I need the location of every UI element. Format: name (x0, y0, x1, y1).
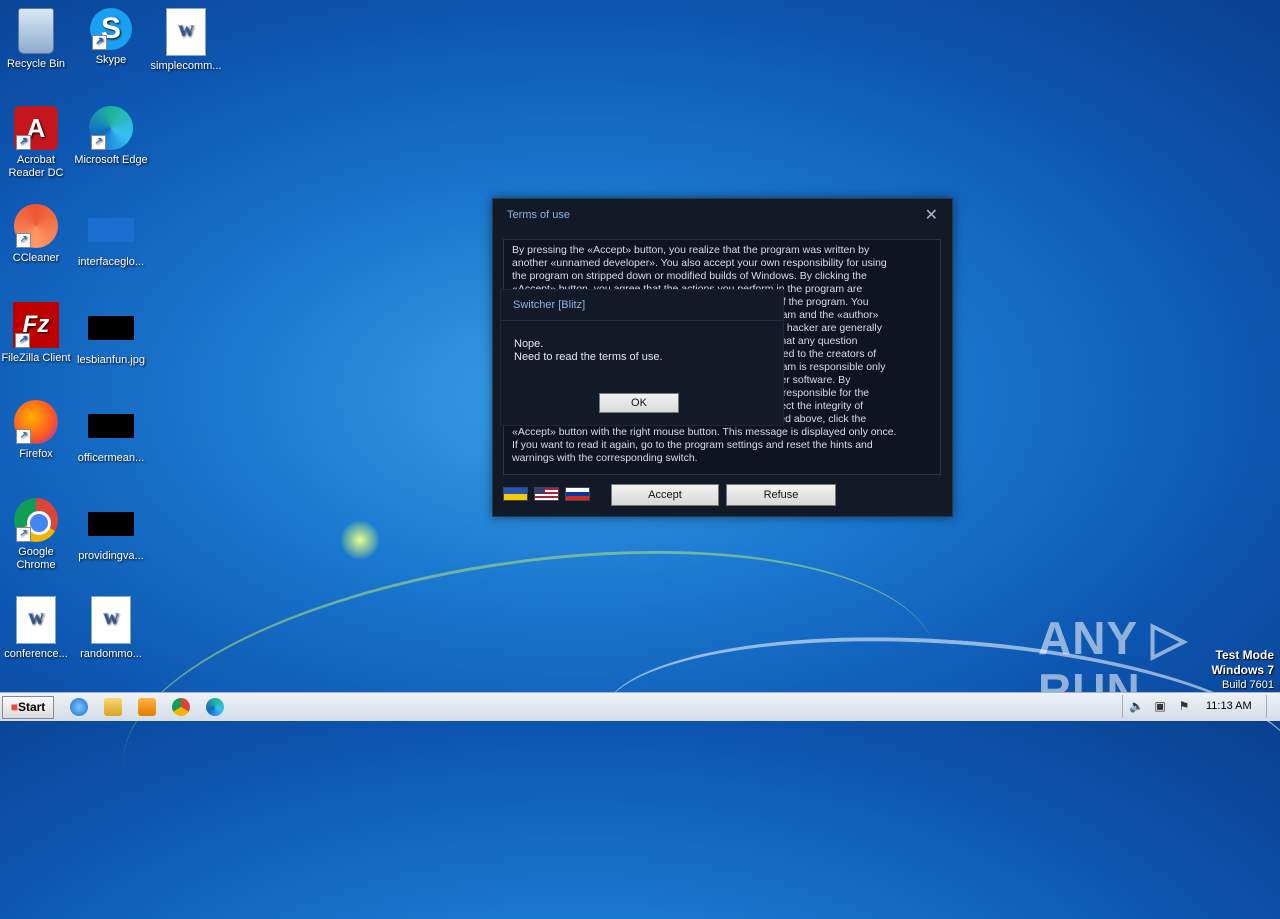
word-document-icon: W (16, 596, 56, 644)
desktop-icon-providingva[interactable]: providingva... (73, 498, 149, 563)
os-label: Windows 7 (1211, 663, 1274, 677)
desktop-icon-label: Firefox (19, 448, 53, 460)
shortcut-arrow-icon: ↗ (16, 429, 31, 444)
desktop-icon-label: officermean... (77, 452, 145, 464)
desktop-icon-label: randommo... (80, 648, 142, 660)
start-button[interactable]: ■Start (2, 696, 54, 719)
edge-icon: ↗ (89, 106, 133, 150)
desktop-icon-conference[interactable]: W conference... (0, 596, 74, 661)
internet-explorer-icon[interactable] (70, 698, 88, 716)
russia-flag-icon[interactable] (565, 487, 590, 501)
clock[interactable]: 11:13 AM (1206, 700, 1252, 712)
system-tray: 🔈 ▣ ⚑ 11:13 AM (1122, 695, 1279, 718)
desktop-icon-firefox[interactable]: ↗ Firefox (0, 400, 74, 461)
file-thumbnail-icon (88, 414, 134, 438)
message-line: Nope. (514, 338, 544, 350)
speaker-icon[interactable]: 🔈 (1129, 699, 1144, 713)
desktop-icon-edge[interactable]: ↗ Microsoft Edge (73, 106, 149, 167)
desktop-icon-recycle-bin[interactable]: Recycle Bin (0, 8, 74, 71)
desktop-icon-label: interfaceglo... (77, 256, 145, 268)
desktop-icon-chrome[interactable]: ↗ Google Chrome (0, 498, 74, 572)
skype-icon: S ↗ (90, 8, 132, 50)
desktop-icon-filezilla[interactable]: Fz ↗ FileZilla Client (0, 302, 74, 365)
media-player-icon[interactable] (138, 698, 156, 716)
desktop-icon-label: simplecomm... (150, 60, 222, 72)
desktop-icon-lesbianfun[interactable]: lesbianfun.jpg (73, 302, 149, 367)
build-label: Build 7601 (1222, 679, 1274, 691)
desktop-icon-label: CCleaner (12, 252, 60, 264)
firefox-icon: ↗ (14, 400, 58, 444)
file-explorer-icon[interactable] (104, 698, 122, 716)
dialog-title: Terms of use (507, 209, 570, 221)
image-thumbnail-icon (88, 316, 134, 340)
word-document-icon: W (166, 8, 206, 56)
language-flags (503, 487, 590, 501)
shortcut-arrow-icon: ↗ (16, 233, 31, 248)
desktop-icon-label: FileZilla Client (1, 352, 71, 364)
taskbar: ■Start 🔈 ▣ ⚑ 11:13 AM (0, 692, 1280, 721)
desktop-icon-label: Skype (95, 54, 127, 66)
desktop-icon-label: providingva... (78, 550, 144, 562)
desktop-icon-label: Recycle Bin (6, 58, 66, 70)
acrobat-icon: A ↗ (14, 106, 58, 150)
message-line: Need to read the terms of use. (514, 351, 663, 363)
action-center-flag-icon[interactable]: ⚑ (1177, 699, 1191, 713)
message-dialog-title: Switcher [Blitz] (501, 290, 783, 321)
desktop-icon-officermean[interactable]: officermean... (73, 400, 149, 465)
show-desktop-button[interactable] (1266, 695, 1279, 718)
shortcut-arrow-icon: ↗ (16, 527, 31, 542)
ccleaner-icon: ↗ (14, 204, 58, 248)
chrome-taskbar-icon[interactable] (172, 698, 190, 716)
desktop-icon-randommo[interactable]: W randommo... (73, 596, 149, 661)
windows-logo-icon: ■ (10, 700, 18, 714)
shortcut-arrow-icon: ↗ (91, 135, 106, 150)
refuse-button[interactable]: Refuse (726, 484, 836, 506)
network-icon[interactable]: ▣ (1153, 699, 1167, 713)
desktop-icon-label: Google Chrome (16, 546, 56, 571)
test-mode-watermark: Test Mode Windows 7 Build 7601 (1211, 648, 1274, 692)
desktop-icon-acrobat[interactable]: A ↗ Acrobat Reader DC (0, 106, 74, 180)
shortcut-arrow-icon: ↗ (92, 35, 107, 50)
file-thumbnail-icon (88, 218, 134, 242)
close-icon[interactable]: ✕ (925, 205, 938, 225)
switcher-message-dialog: Switcher [Blitz] Nope. Need to read the … (500, 289, 784, 426)
desktop-icon-skype[interactable]: S ↗ Skype (73, 8, 149, 67)
desktop-icon-label: Microsoft Edge (74, 154, 148, 166)
desktop-icon-ccleaner[interactable]: ↗ CCleaner (0, 204, 74, 265)
recycle-bin-icon (18, 8, 54, 54)
desktop-icon-label: lesbianfun.jpg (77, 354, 145, 366)
desktop-icon-simplecomm[interactable]: W simplecomm... (148, 8, 224, 73)
shortcut-arrow-icon: ↗ (15, 333, 30, 348)
ok-button[interactable]: OK (599, 393, 679, 413)
desktop-icon-label: conference... (4, 648, 68, 660)
start-label: Start (17, 700, 46, 714)
message-text: Nope. Need to read the terms of use. (514, 338, 663, 364)
edge-taskbar-icon[interactable] (206, 698, 224, 716)
word-document-icon: W (91, 596, 131, 644)
us-flag-icon[interactable] (534, 487, 559, 501)
ukraine-flag-icon[interactable] (503, 487, 528, 501)
shortcut-arrow-icon: ↗ (16, 135, 31, 150)
file-thumbnail-icon (88, 512, 134, 536)
accept-button[interactable]: Accept (611, 484, 719, 506)
chrome-icon: ↗ (14, 498, 58, 542)
desktop-icon-label: Acrobat Reader DC (8, 154, 64, 179)
wallpaper-glow (340, 520, 380, 560)
test-mode-label: Test Mode (1215, 648, 1274, 662)
desktop-icon-interfaceglo[interactable]: interfaceglo... (73, 204, 149, 269)
filezilla-icon: Fz ↗ (13, 302, 59, 348)
